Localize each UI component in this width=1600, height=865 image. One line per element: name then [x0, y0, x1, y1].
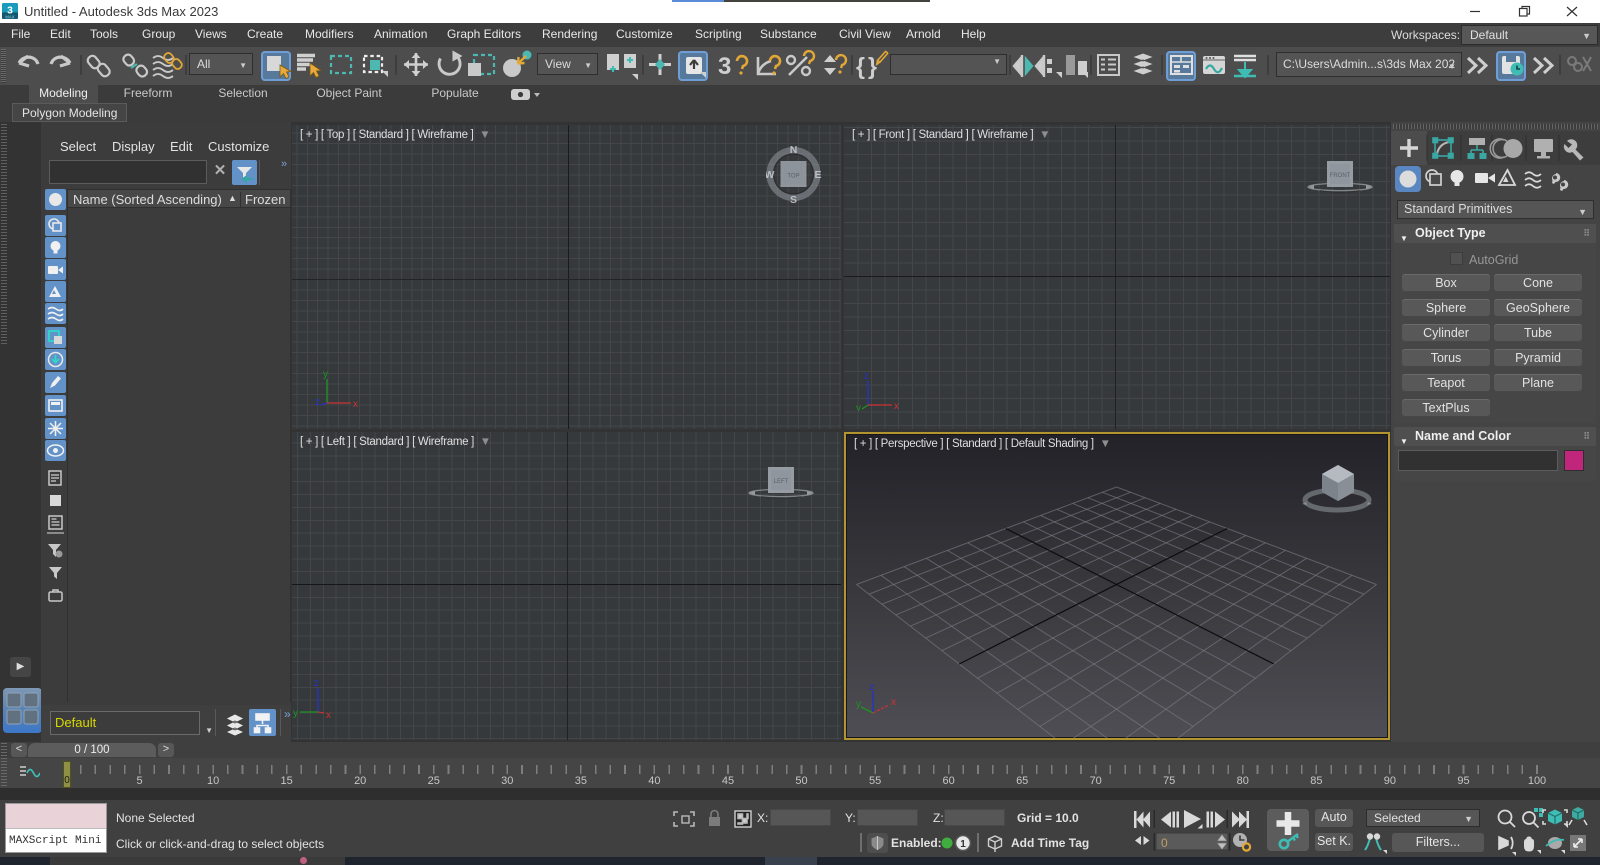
svg-text:FRONT: FRONT [1330, 173, 1351, 179]
svg-text:z: z [315, 397, 320, 408]
svg-text:y: y [856, 699, 861, 710]
svg-text:}: } [868, 53, 877, 79]
svg-text:x: x [891, 697, 896, 708]
svg-text:N: N [790, 145, 798, 156]
svg-text:TOP: TOP [787, 174, 799, 180]
svg-text:MAX: MAX [5, 14, 14, 19]
svg-text:3: 3 [718, 53, 731, 80]
svg-text:y: y [323, 369, 328, 380]
svg-text:x: x [326, 710, 331, 718]
svg-text:y: y [293, 708, 298, 718]
svg-text:E: E [814, 169, 821, 181]
svg-text:0: 0 [1161, 836, 1168, 850]
svg-text:{: { [856, 53, 865, 79]
svg-text:x: x [353, 399, 358, 409]
svg-text:1: 1 [960, 839, 966, 850]
svg-text:z: z [314, 678, 319, 689]
svg-text:y: y [856, 403, 861, 411]
svg-text:S: S [790, 194, 797, 205]
svg-text:x: x [894, 401, 899, 411]
svg-text:W: W [766, 169, 775, 181]
svg-text:LEFT: LEFT [774, 479, 789, 485]
svg-text:z: z [864, 371, 869, 382]
svg-text:z: z [869, 683, 874, 693]
